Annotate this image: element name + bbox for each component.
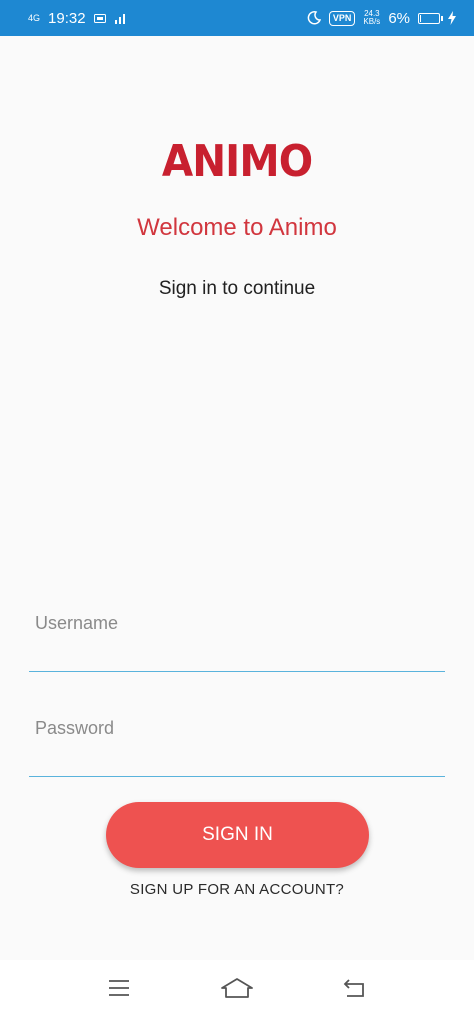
battery-fill [420, 14, 421, 22]
password-field-container [29, 705, 445, 777]
status-bar-left: 4G 19:32 [28, 10, 126, 27]
nav-home-button[interactable] [217, 968, 257, 1008]
sign-in-button[interactable]: SIGN IN [106, 802, 369, 868]
status-time: 19:32 [48, 9, 86, 27]
vpn-badge: VPN [328, 10, 356, 26]
nav-menu-button[interactable] [99, 968, 139, 1008]
username-input[interactable] [29, 600, 445, 671]
wifi-signal-icon [114, 14, 125, 24]
network-speed-unit: KB/s [363, 17, 381, 26]
charging-icon [448, 11, 456, 25]
app-logo: ANIMO [161, 136, 313, 187]
menu-icon [109, 979, 129, 996]
username-field-container [29, 600, 445, 672]
sim-icon [93, 13, 106, 23]
sign-in-subtitle: Sign in to continue [158, 278, 316, 299]
status-bar: 4G 19:32 VPN 24.3 KB/s 6% [0, 0, 474, 36]
battery-percent: 6% [388, 9, 410, 27]
nav-back-button[interactable] [335, 968, 375, 1008]
navigation-bar [0, 960, 474, 1015]
status-bar-right: VPN 24.3 KB/s 6% [307, 10, 456, 27]
welcome-heading: Welcome to Animo [137, 214, 337, 241]
back-icon [343, 978, 364, 997]
home-icon [221, 977, 253, 998]
password-input[interactable] [29, 705, 445, 776]
network-indicator: 4G [28, 12, 41, 23]
sign-up-link[interactable]: SIGN UP FOR AN ACCOUNT? [0, 881, 474, 898]
network-speed: 24.3 KB/s [363, 10, 380, 26]
moon-icon [307, 11, 321, 25]
battery-icon [418, 12, 443, 24]
